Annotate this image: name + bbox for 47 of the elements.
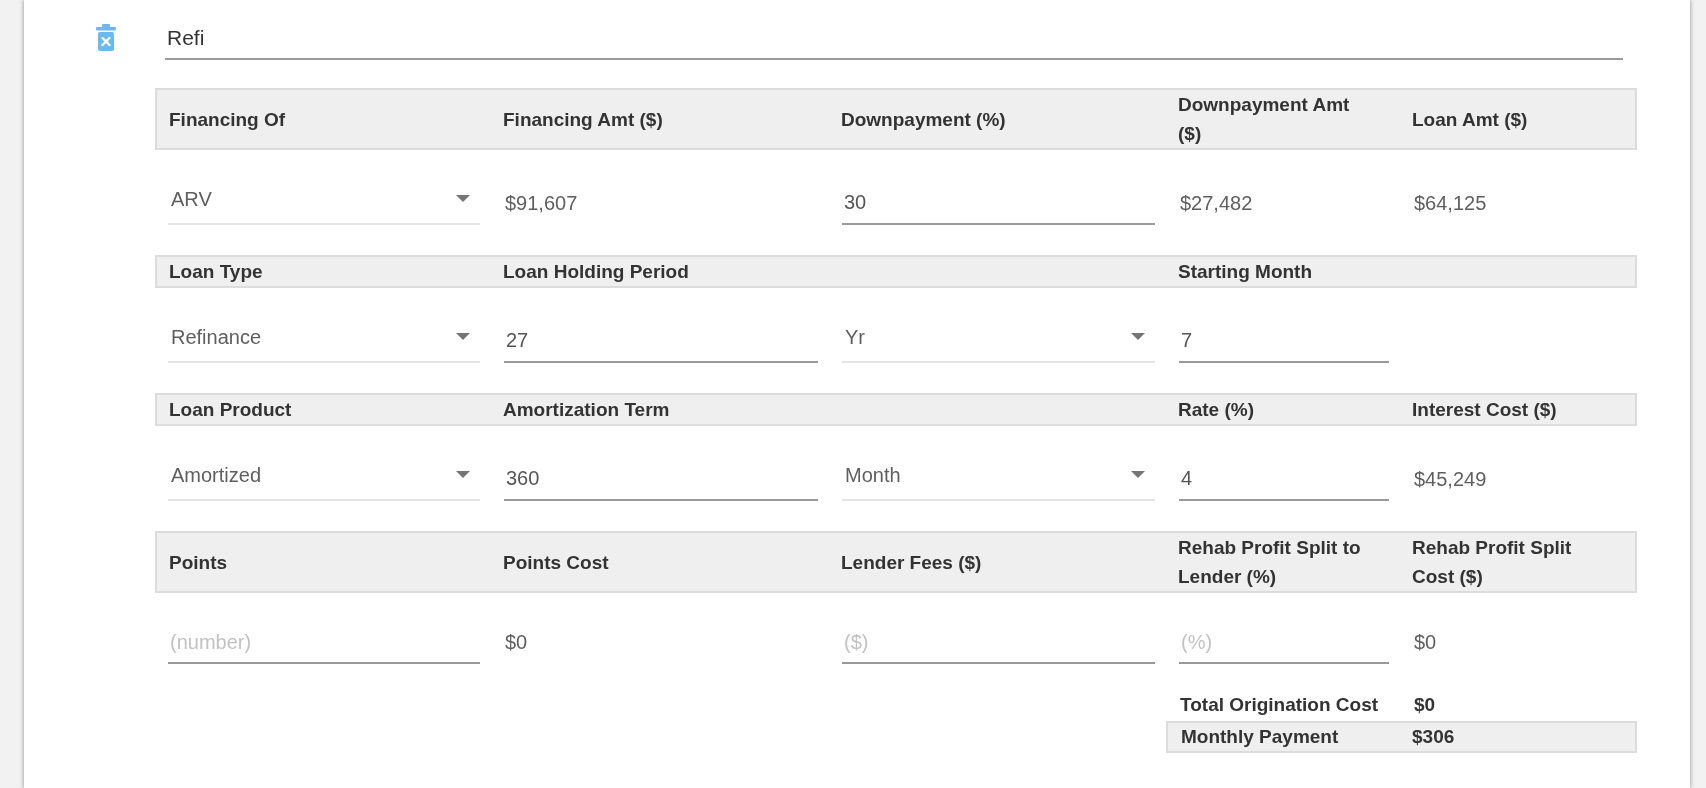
column-header: Loan Product bbox=[168, 398, 293, 422]
value-text: $45,249 bbox=[1413, 466, 1487, 492]
column-header: Starting Month bbox=[1177, 260, 1314, 284]
column-header: Lender Fees ($) bbox=[840, 550, 983, 575]
summary-value: $306 bbox=[1411, 725, 1455, 749]
value-text: $27,482 bbox=[1179, 190, 1253, 216]
summary-label: Total Origination Cost bbox=[1179, 693, 1379, 717]
trash-icon[interactable] bbox=[96, 24, 116, 51]
column-header: Loan Holding Period bbox=[502, 260, 690, 284]
value-text: $0 bbox=[504, 630, 528, 655]
input-field[interactable]: 27 bbox=[504, 318, 818, 363]
input-field[interactable]: 7 bbox=[1179, 318, 1389, 363]
input-field[interactable]: 30 bbox=[842, 180, 1155, 225]
column-header: Rehab Profit Split Cost ($) bbox=[1411, 536, 1573, 589]
summary-label: Monthly Payment bbox=[1180, 725, 1339, 749]
dropdown-field[interactable]: Refinance bbox=[168, 318, 480, 363]
column-header: Loan Amt ($) bbox=[1411, 107, 1529, 132]
column-header: Downpayment Amt ($) bbox=[1177, 93, 1351, 146]
dropdown-field[interactable]: Yr bbox=[842, 318, 1155, 363]
summary-value: $0 bbox=[1413, 693, 1436, 717]
value-text: $64,125 bbox=[1413, 190, 1487, 216]
input-field[interactable]: (%) bbox=[1179, 620, 1389, 664]
column-header: Points Cost bbox=[502, 550, 610, 575]
input-field[interactable]: 360 bbox=[504, 456, 818, 501]
caret-down-icon bbox=[456, 333, 470, 340]
column-header: Financing Of bbox=[168, 107, 287, 132]
column-header: Loan Type bbox=[168, 260, 264, 284]
column-header: Financing Amt ($) bbox=[502, 107, 664, 132]
column-header: Interest Cost ($) bbox=[1411, 398, 1558, 422]
column-header: Downpayment (%) bbox=[840, 107, 1007, 132]
caret-down-icon bbox=[1131, 471, 1145, 478]
dropdown-field[interactable]: Amortized bbox=[168, 456, 480, 501]
input-field[interactable]: ($) bbox=[842, 620, 1155, 664]
value-text: $0 bbox=[1413, 630, 1437, 655]
value-text: $91,607 bbox=[504, 190, 578, 216]
input-field[interactable]: 4 bbox=[1179, 456, 1389, 501]
column-header: Amortization Term bbox=[502, 398, 671, 422]
caret-down-icon bbox=[1131, 333, 1145, 340]
caret-down-icon bbox=[456, 195, 470, 202]
column-header: Points bbox=[168, 550, 229, 575]
column-header: Rate (%) bbox=[1177, 398, 1255, 422]
dropdown-field[interactable]: ARV bbox=[168, 180, 480, 225]
input-field[interactable]: (number) bbox=[168, 620, 480, 664]
dropdown-field[interactable]: Month bbox=[842, 456, 1155, 501]
name-field[interactable]: Refi bbox=[165, 18, 1623, 60]
column-header: Rehab Profit Split to Lender (%) bbox=[1177, 536, 1362, 589]
caret-down-icon bbox=[456, 471, 470, 478]
